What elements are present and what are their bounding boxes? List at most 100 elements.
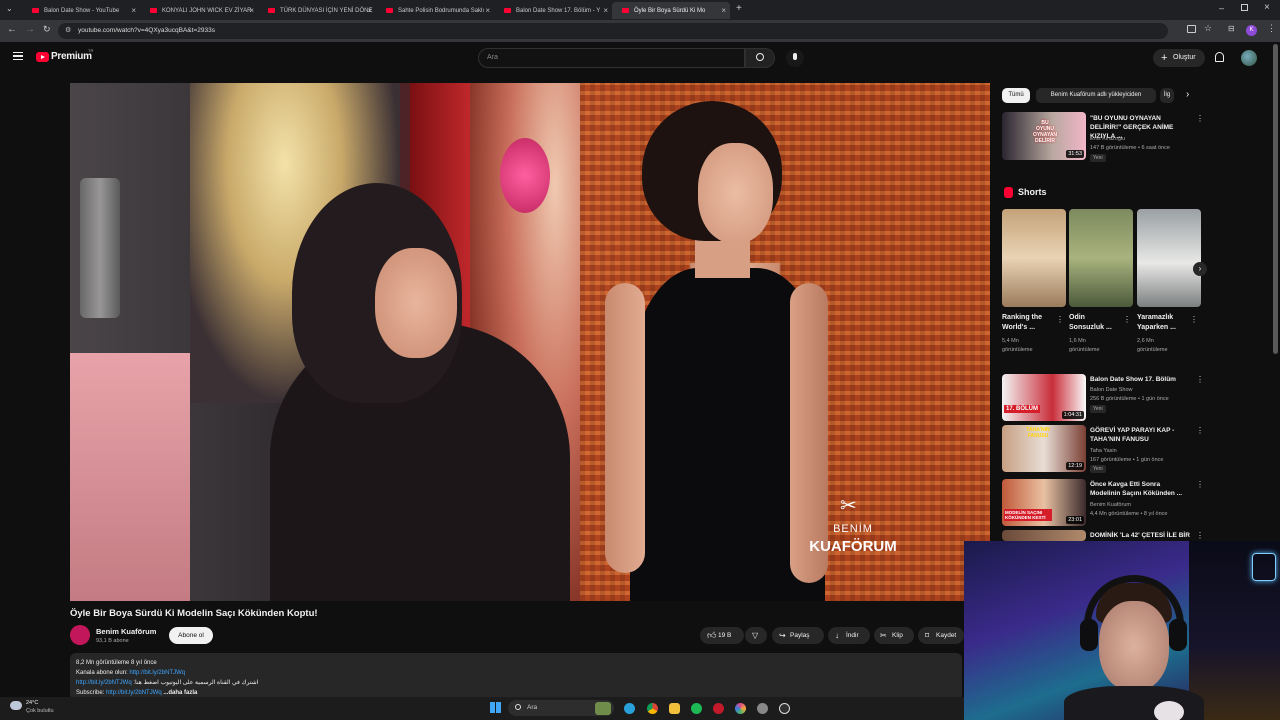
video-channel[interactable]: Enis Kirazoğlu bbox=[1090, 135, 1200, 143]
video-description[interactable]: 8,2 Mn görüntüleme 8 yıl önce Kanala abo… bbox=[70, 653, 962, 700]
video-title[interactable]: GÖREVİ YAP PARAYI KAP - TAHA'NIN FANUSU bbox=[1090, 426, 1190, 444]
profile-avatar[interactable]: K bbox=[1246, 25, 1257, 36]
window-close-icon[interactable]: × bbox=[1264, 2, 1270, 13]
close-icon[interactable]: × bbox=[367, 6, 372, 15]
app-icon[interactable] bbox=[713, 703, 724, 714]
browser-tab[interactable]: TÜRK DÜNYASI İÇİN YENİ DÖNE × bbox=[258, 2, 376, 19]
chevron-right-icon[interactable]: › bbox=[1186, 89, 1189, 100]
maximize-icon[interactable] bbox=[1241, 4, 1248, 11]
channel-name[interactable]: Benim Kuaförum bbox=[96, 627, 156, 636]
like-button[interactable]: 👍︎ 19 B bbox=[700, 627, 744, 644]
video-channel[interactable]: Taha Yasin bbox=[1090, 447, 1200, 455]
video-title[interactable]: Önce Kavga Etti Sonra Modelinin Saçını K… bbox=[1090, 480, 1190, 498]
share-button[interactable]: ↪ Paylaş bbox=[772, 627, 824, 644]
more-options-icon[interactable]: ⋮ bbox=[1196, 426, 1204, 435]
close-icon[interactable]: × bbox=[721, 6, 726, 15]
new-tab-icon[interactable]: + bbox=[736, 3, 742, 14]
create-button[interactable]: + Oluştur bbox=[1153, 49, 1205, 67]
voice-search-button[interactable] bbox=[786, 49, 804, 67]
page-scrollbar[interactable] bbox=[1273, 44, 1278, 354]
more-options-icon[interactable]: ⋮ bbox=[1196, 375, 1204, 384]
chip-from-uploader[interactable]: Benim Kuaförum adlı yükleyiciden bbox=[1036, 88, 1156, 103]
close-icon[interactable]: × bbox=[485, 6, 490, 15]
close-icon[interactable]: × bbox=[131, 6, 136, 15]
save-button[interactable]: ⌑ Kaydet bbox=[918, 627, 964, 644]
file-explorer-icon[interactable] bbox=[669, 703, 680, 714]
site-info-icon[interactable]: ⚙ bbox=[65, 23, 71, 39]
download-icon: ↓ bbox=[835, 631, 839, 640]
video-channel[interactable]: Benim Kuaförum bbox=[1090, 501, 1200, 509]
browser-tab[interactable]: KONYALI JOHN WICK EV ZİYAR × bbox=[140, 2, 258, 19]
minimize-icon[interactable]: – bbox=[1219, 3, 1224, 13]
weather-temperature[interactable]: 24°C bbox=[26, 700, 38, 706]
description-link[interactable]: http://bit.ly/2bNTJWq bbox=[129, 670, 185, 676]
back-icon[interactable]: ← bbox=[7, 24, 17, 35]
browser-tab-active[interactable]: Öyle Bir Boya Sürdü Ki Mo × bbox=[612, 2, 730, 19]
search-input[interactable]: Ara bbox=[478, 48, 745, 68]
chip-all[interactable]: Tümü bbox=[1002, 88, 1030, 103]
bookmark-star-icon[interactable]: ☆ bbox=[1204, 23, 1212, 34]
video-thumbnail[interactable]: TAHA'NIN FANUSU 12:19 bbox=[1002, 425, 1086, 472]
search-button[interactable] bbox=[745, 48, 775, 68]
weather-icon[interactable] bbox=[10, 701, 22, 710]
menu-dots-icon[interactable]: ⋮ bbox=[1267, 23, 1276, 34]
video-channel[interactable]: Balon Date Show bbox=[1090, 386, 1200, 394]
extensions-icon[interactable]: ⊟ bbox=[1228, 24, 1235, 33]
short-title[interactable]: Odin Sonsuzluk ... bbox=[1069, 313, 1121, 333]
obs-icon[interactable] bbox=[779, 703, 790, 714]
more-options-icon[interactable]: ⋮ bbox=[1123, 315, 1131, 324]
short-thumbnail[interactable] bbox=[1137, 209, 1201, 307]
spotify-icon[interactable] bbox=[691, 703, 702, 714]
video-thumbnail[interactable]: BU OYUNU OYNAYAN DELİRİR 31:53 bbox=[1002, 112, 1086, 160]
video-title[interactable]: DOMİNİK 'La 42' ÇETESİ İLE BİR bbox=[1090, 531, 1190, 540]
notifications-bell-icon[interactable] bbox=[1215, 52, 1224, 62]
more-options-icon[interactable]: ⋮ bbox=[1196, 480, 1204, 489]
description-link[interactable]: http://bit.ly/2bNTJWq bbox=[76, 680, 132, 686]
forward-icon[interactable]: → bbox=[25, 24, 35, 35]
show-more-link[interactable]: ...daha fazla bbox=[163, 690, 197, 696]
browser-tab[interactable]: Balon Date Show 17. Bölüm - Y × bbox=[494, 2, 612, 19]
video-thumbnail[interactable]: 17. BÖLÜM 1:04:31 bbox=[1002, 374, 1086, 421]
start-windows-icon[interactable] bbox=[490, 702, 501, 713]
short-thumbnail[interactable] bbox=[1069, 209, 1133, 307]
cast-icon[interactable] bbox=[1187, 25, 1196, 33]
settings-gear-icon[interactable] bbox=[757, 703, 768, 714]
account-avatar[interactable] bbox=[1241, 50, 1257, 66]
description-link[interactable]: http://bit.ly/2bNTJWq bbox=[106, 690, 162, 696]
video-player[interactable]: ✂ BENİM KUAFÖRUM bbox=[70, 83, 990, 601]
browser-tab[interactable]: Balon Date Show - YouTube × bbox=[22, 2, 140, 19]
dislike-button[interactable]: ▽ bbox=[745, 627, 767, 644]
hamburger-menu-icon[interactable] bbox=[13, 52, 23, 60]
browser-tab[interactable]: Sahte Polisin Bodrumunda Saklı × bbox=[376, 2, 494, 19]
short-views: 1,6 Mn görüntüleme bbox=[1069, 338, 1100, 353]
video-thumbnail[interactable] bbox=[1002, 530, 1086, 541]
url-text: youtube.com/watch?v=4QXya3ucqBA&t=2933s bbox=[78, 27, 215, 34]
more-options-icon[interactable]: ⋮ bbox=[1196, 114, 1204, 123]
address-bar[interactable]: ⚙ youtube.com/watch?v=4QXya3ucqBA&t=2933… bbox=[58, 23, 1168, 39]
subscribe-button[interactable]: Abone ol bbox=[169, 627, 213, 644]
short-thumbnail[interactable] bbox=[1002, 209, 1066, 307]
video-thumbnail[interactable]: MODELİN SAÇINI KÖKÜNDEN KESTİ 23:01 bbox=[1002, 479, 1086, 526]
close-icon[interactable]: × bbox=[249, 6, 254, 15]
chrome-icon[interactable] bbox=[647, 703, 658, 714]
reload-icon[interactable]: ↻ bbox=[43, 24, 51, 35]
like-count: 19 B bbox=[718, 632, 732, 639]
telegram-icon[interactable] bbox=[624, 703, 635, 714]
browser-app-icon[interactable] bbox=[735, 703, 746, 714]
more-options-icon[interactable]: ⋮ bbox=[1196, 531, 1204, 540]
streamer-hand bbox=[1154, 701, 1184, 720]
more-options-icon[interactable]: ⋮ bbox=[1190, 315, 1198, 324]
search-highlights-icon[interactable] bbox=[595, 702, 611, 715]
chip-related[interactable]: İlg bbox=[1160, 88, 1174, 103]
tab-title: TÜRK DÜNYASI İÇİN YENİ DÖNE bbox=[280, 7, 373, 14]
clip-button[interactable]: ✂ Klip bbox=[874, 627, 914, 644]
download-button[interactable]: ↓ İndir bbox=[828, 627, 870, 644]
more-options-icon[interactable]: ⋮ bbox=[1056, 315, 1064, 324]
shorts-next-button[interactable]: › bbox=[1193, 262, 1207, 276]
tab-search-chevron-icon[interactable]: ⌄ bbox=[6, 4, 13, 13]
close-icon[interactable]: × bbox=[603, 6, 608, 15]
channel-avatar[interactable] bbox=[70, 625, 90, 645]
short-title[interactable]: Yaramazlık Yaparken ... bbox=[1137, 313, 1189, 333]
short-title[interactable]: Ranking the World's ... bbox=[1002, 313, 1054, 333]
video-title[interactable]: Balon Date Show 17. Bölüm bbox=[1090, 375, 1190, 384]
